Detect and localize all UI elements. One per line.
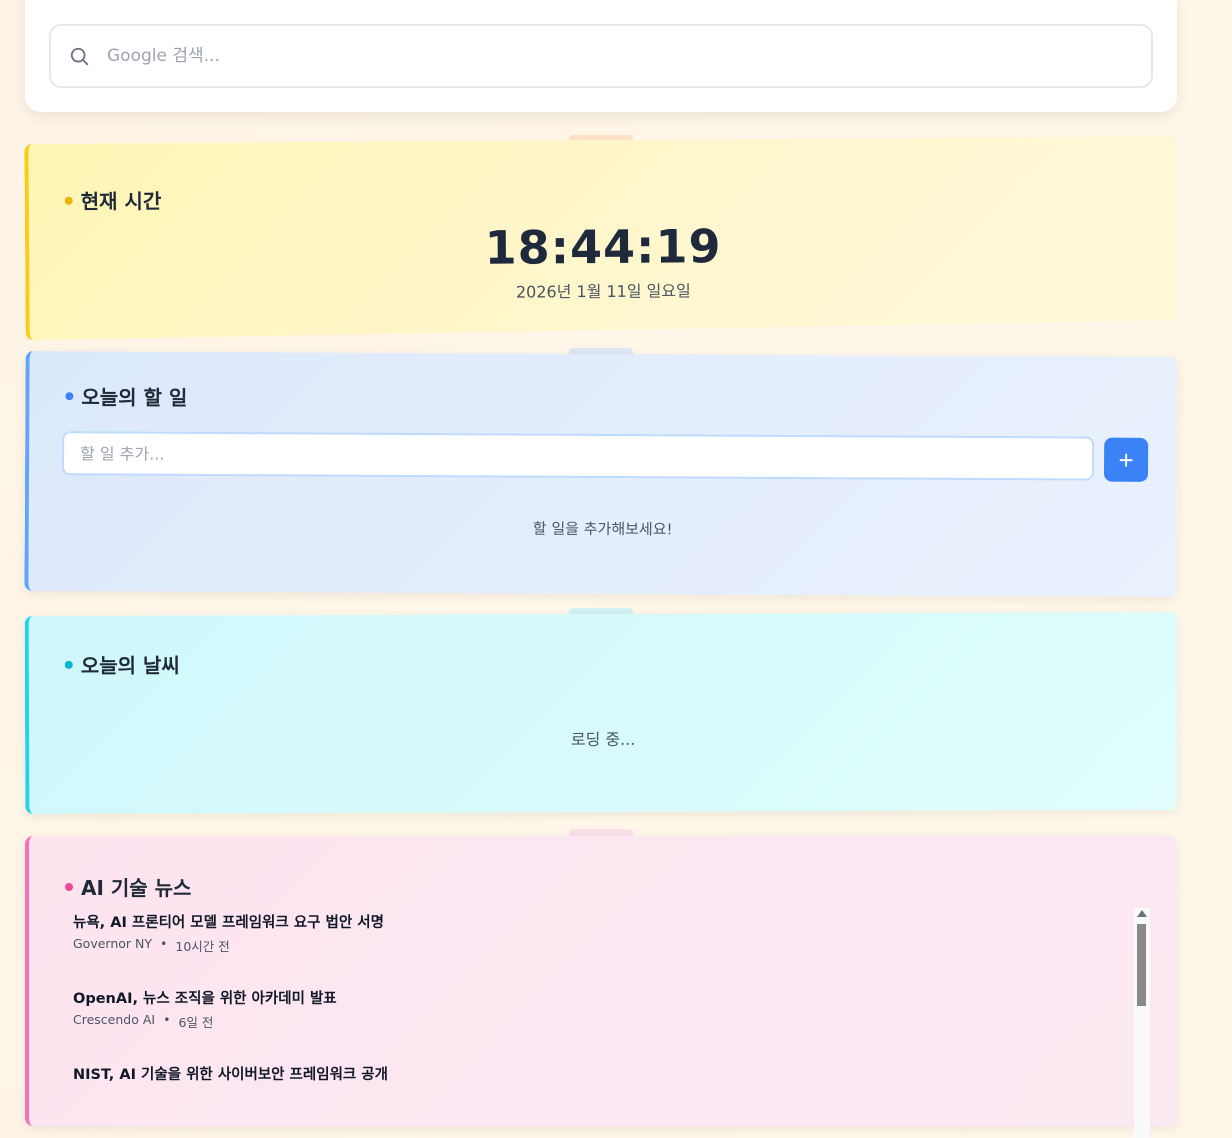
news-item[interactable]: 뉴욕, AI 프론티어 모델 프레임워크 요구 법안 서명 Governor N…	[73, 910, 1093, 986]
add-todo-button[interactable]: +	[1103, 437, 1149, 482]
search-box[interactable]	[49, 24, 1153, 88]
news-item[interactable]: OpenAI, 뉴스 조직을 위한 아카데미 발표 Crescendo AI •…	[73, 986, 1093, 1062]
search-input[interactable]	[107, 34, 1137, 78]
weather-loading-text: 로딩 중...	[570, 729, 636, 750]
scroll-thumb[interactable]	[1137, 924, 1146, 1006]
news-item-title[interactable]: NIST, AI 기술을 위한 사이버보안 프레임워크 공개	[73, 1062, 1093, 1088]
todo-card-title: 오늘의 할 일	[65, 381, 187, 411]
news-item-time: 6일 전	[178, 1015, 214, 1030]
todo-title-text: 오늘의 할 일	[81, 385, 188, 410]
news-item-source: Governor NY	[73, 936, 153, 951]
clock-card-title: 현재 시간	[65, 185, 162, 215]
todo-dot-icon	[65, 391, 74, 400]
news-card-title: AI 기술 뉴스	[65, 872, 191, 901]
weather-card: 오늘의 날씨 로딩 중...	[24, 611, 1178, 815]
weather-title-text: 오늘의 날씨	[80, 653, 180, 678]
news-title-text: AI 기술 뉴스	[81, 876, 192, 900]
clock-dot-icon	[65, 196, 73, 204]
search-card	[25, 0, 1177, 112]
news-item-separator: •	[163, 1012, 171, 1027]
news-item-title[interactable]: OpenAI, 뉴스 조직을 위한 아카데미 발표	[73, 986, 1093, 1012]
news-item-source: Crescendo AI	[73, 1012, 156, 1027]
weather-card-title: 오늘의 날씨	[64, 649, 180, 678]
news-item-time: 10시간 전	[175, 939, 230, 954]
news-item-separator: •	[160, 936, 168, 951]
news-list: 뉴욕, AI 프론티어 모델 프레임워크 요구 법안 서명 Governor N…	[73, 910, 1093, 1138]
news-item-meta: Governor NY • 10시간 전	[73, 936, 1093, 955]
todo-input[interactable]	[61, 431, 1095, 481]
news-item-meta: Crescendo AI • 6일 전	[73, 1012, 1093, 1031]
todo-empty-message: 할 일을 추가해보세요!	[532, 519, 673, 539]
news-dot-icon	[65, 882, 73, 891]
weather-dot-icon	[64, 660, 73, 669]
news-card: AI 기술 뉴스 뉴욕, AI 프론티어 모델 프레임워크 요구 법안 서명 G…	[25, 836, 1177, 1138]
search-icon	[70, 47, 89, 66]
clock-title-text: 현재 시간	[80, 189, 162, 214]
clock-date: 2026년 1월 11일 일요일	[515, 281, 691, 302]
news-item[interactable]: NIST, AI 기술을 위한 사이버보안 프레임워크 공개	[73, 1062, 1093, 1138]
todo-card: 오늘의 할 일 + 할 일을 추가해보세요!	[24, 350, 1178, 598]
clock-time: 18:44:19	[484, 219, 722, 275]
news-item-title[interactable]: 뉴욕, AI 프론티어 모델 프레임워크 요구 법안 서명	[73, 910, 1093, 936]
scroll-up-arrow-icon[interactable]	[1137, 910, 1147, 917]
clock-card: 현재 시간 18:44:19 2026년 1월 11일 일요일	[24, 136, 1177, 340]
news-scrollbar[interactable]	[1134, 908, 1150, 1138]
